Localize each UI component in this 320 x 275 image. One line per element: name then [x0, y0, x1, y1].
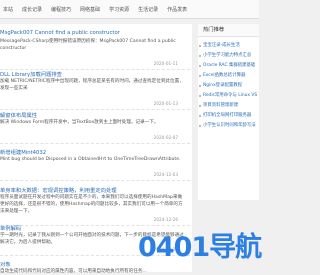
post-title[interactable]: 单例解码 — [0, 224, 190, 232]
divider — [0, 143, 190, 144]
post-title[interactable]: 新增组建Mint4032 — [0, 148, 190, 156]
post-date: 2020-01-11 — [153, 61, 178, 66]
site-watermark-logo: 0401导航 — [138, 232, 262, 263]
post-snippet: 加载 NETRIC/NETRIC程序中出现问题，程序总是某名有的时间，通过查找定… — [0, 79, 184, 91]
post-title[interactable]: 解窗体布局属性 — [0, 111, 190, 119]
nav-item-tips[interactable]: 编程技巧 — [51, 6, 71, 13]
post-title[interactable]: MsgPack007 Cannot find a public construc… — [0, 30, 190, 36]
post-snippet: 程序员面试题在开发过程中的问题实在是不少的，本来我们可以选择使用的HashMap… — [0, 195, 183, 214]
sidebar-item-link[interactable]: Oracle RAC 集群搭建基础 — [203, 62, 258, 68]
divider — [0, 109, 190, 110]
bullet-icon — [199, 115, 201, 117]
post-snippet: Mint bug should be Disposed in a Obtaine… — [0, 157, 181, 162]
divider — [0, 180, 190, 181]
sidebar-item-link[interactable]: Excel函数总结计算器 — [203, 72, 258, 78]
bullet-icon — [199, 125, 201, 127]
nav-item-growth[interactable]: 成长记录 — [22, 6, 42, 13]
sidebar-item-link[interactable]: 宝宝汪录-成长生活 — [203, 42, 258, 48]
sidebar: 热门推荐 宝宝汪录-成长生活 小学生学习能力特点汇总 Oracle RAC 集群… — [198, 24, 259, 200]
post-title[interactable]: 单身率和大数据：宏观调控策略，利用重定向处理 — [0, 186, 190, 194]
watermark-text: 0401导航 — [138, 232, 262, 263]
sidebar-item-link[interactable]: Redis常用命令与 Linux VS — [203, 92, 258, 98]
sidebar-item-link[interactable]: Nginx登录配置教程 — [203, 82, 258, 88]
post-date: 2024-12-26 — [153, 217, 178, 222]
top-nav: 本站 成长记录 编程技巧 网络基础 学习资源 生活记录 作品发表 — [0, 0, 259, 19]
nav-item-works[interactable]: 作品发表 — [167, 6, 187, 13]
post-title[interactable]: DLL Library加载问题排查 — [0, 70, 190, 78]
bullet-icon — [199, 65, 201, 67]
post-date: 2020-02-07 — [153, 135, 178, 140]
post-date: 2024-12-03 — [153, 172, 178, 177]
sidebar-heading: 热门推荐 — [198, 24, 259, 37]
bullet-icon — [199, 55, 201, 57]
post-snippet: 解决 Windows Form程序开发中，当TextBox放到主上面时处理，记录… — [0, 120, 159, 125]
bullet-icon — [199, 105, 201, 107]
post-date: 2020-01-13 — [153, 101, 178, 106]
sidebar-item-link[interactable]: 小学生认识时间和年龄写法 — [203, 122, 258, 128]
bullet-icon — [199, 95, 201, 97]
post-snippet: MessagePack-CSharp使用时报错误原因初探：MsgPack007 … — [0, 39, 176, 51]
nav-item-resources[interactable]: 学习资源 — [109, 6, 129, 13]
nav-item-network[interactable]: 网络基础 — [80, 6, 100, 13]
nav-item-life[interactable]: 生活记录 — [138, 6, 158, 13]
sidebar-item-link[interactable]: 小学生学习能力特点汇总 — [203, 52, 258, 58]
nav-item-home[interactable]: 本站 — [3, 6, 13, 13]
sidebar-item-link[interactable]: 项目资料管理新建 — [203, 102, 258, 108]
sidebar-item-link[interactable]: 打印机全局网打印服务器 — [203, 112, 258, 118]
bullet-icon — [199, 85, 201, 87]
bullet-icon — [199, 75, 201, 77]
bullet-icon — [199, 45, 201, 47]
